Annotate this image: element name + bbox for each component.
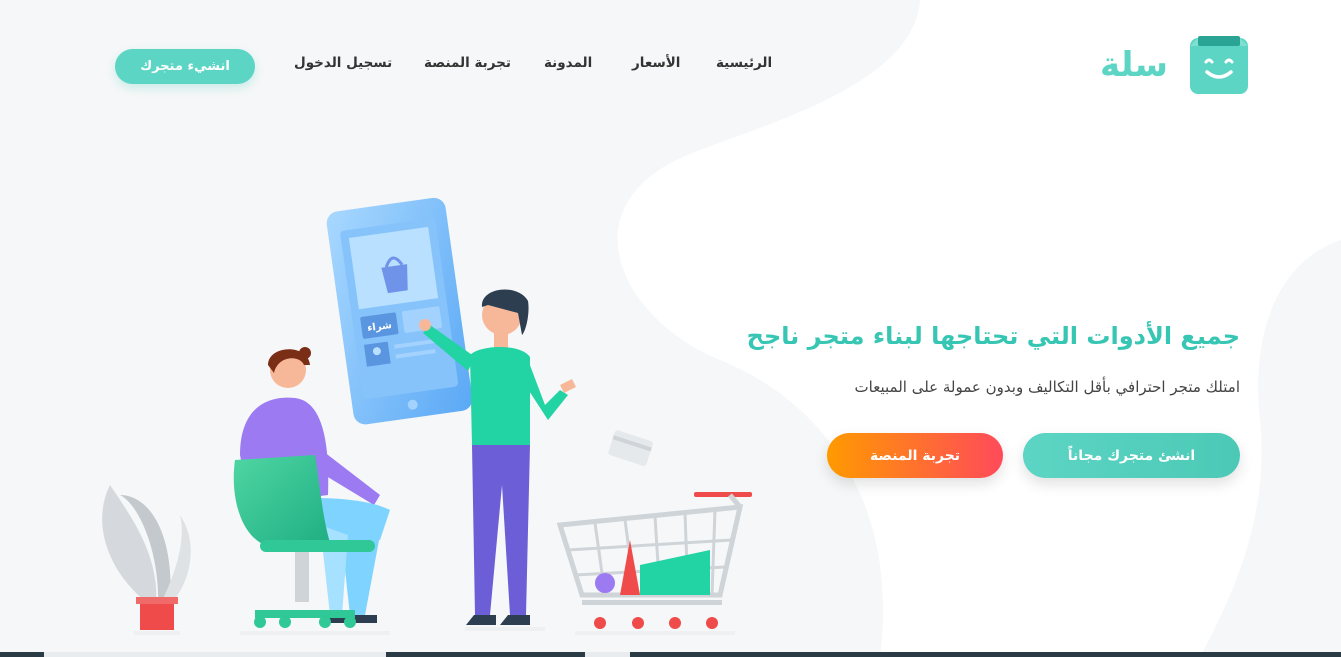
credit-card-icon [608, 430, 653, 466]
smiling-bag-icon [1189, 36, 1248, 94]
phone-mockup: شراء [326, 197, 473, 425]
bottom-bar [0, 652, 1341, 657]
nav-item-pricing[interactable]: الأسعار [632, 55, 680, 71]
office-chair [233, 455, 390, 635]
bottom-bar-segment [44, 652, 386, 657]
plant-decoration [102, 485, 191, 635]
brand-logo[interactable]: سلة [1100, 34, 1250, 96]
create-store-nav-button[interactable]: انشيء متجرك [115, 49, 255, 84]
create-store-button[interactable]: انشئ متجرك مجاناً [1023, 433, 1240, 478]
try-platform-button[interactable]: تجربة المنصة [827, 433, 1003, 478]
nav-item-login[interactable]: تسجيل الدخول [294, 55, 392, 71]
shopping-cart-icon [556, 492, 752, 635]
bottom-bar-segment [585, 652, 630, 657]
nav-item-demo[interactable]: تجربة المنصة [424, 55, 511, 71]
nav-item-home[interactable]: الرئيسية [716, 55, 772, 71]
nav-item-blog[interactable]: المدونة [544, 55, 592, 71]
hero-illustration: شراء [102, 197, 752, 635]
hero-title: جميع الأدوات التي تحتاجها لبناء متجر ناج… [746, 322, 1240, 350]
standing-person [419, 289, 576, 631]
brand-name: سلة [1100, 45, 1168, 85]
hero-subtitle: امتلك متجر احترافي بأقل التكاليف وبدون ع… [854, 378, 1240, 396]
